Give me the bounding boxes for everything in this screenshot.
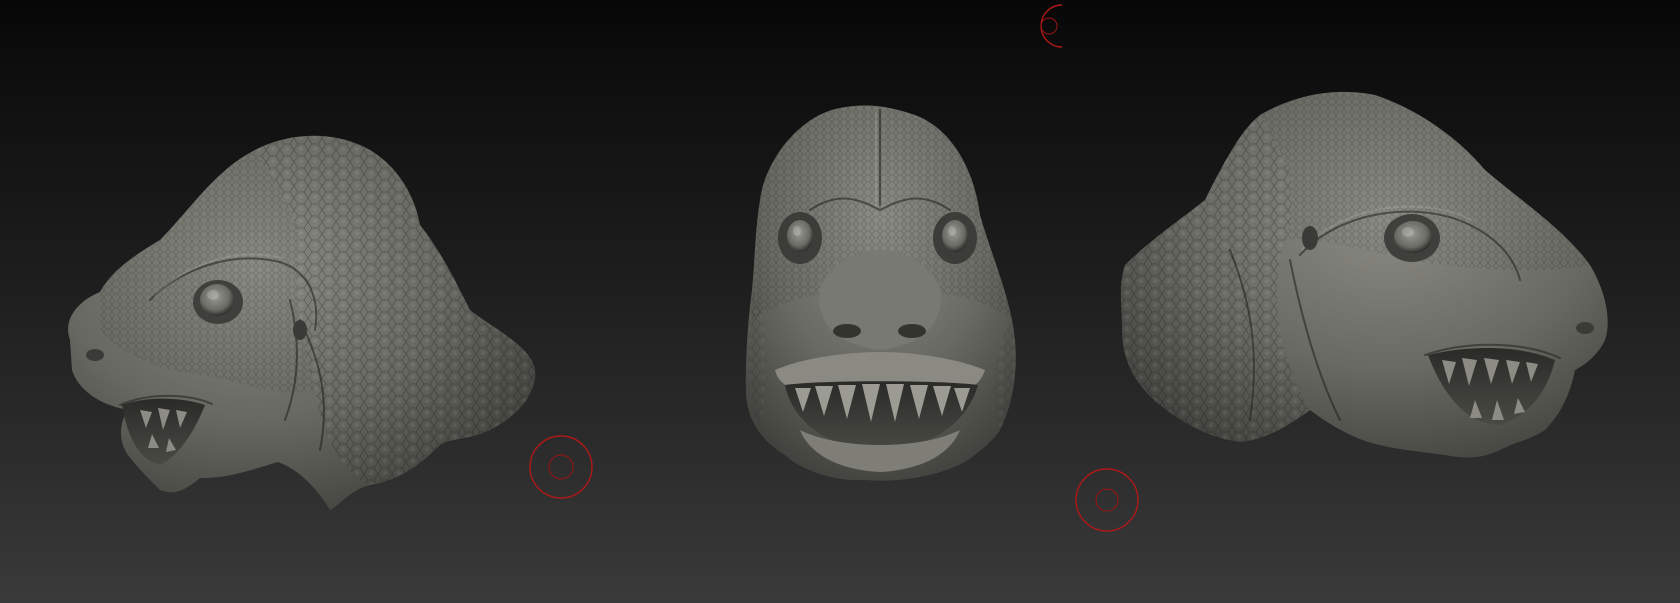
- brush-cursor-top: [1040, 4, 1063, 48]
- dinosaur-head-left-view[interactable]: [68, 135, 536, 510]
- sculpt-canvas-viewport[interactable]: [0, 0, 1680, 603]
- eye-right-head: [1384, 214, 1440, 262]
- eye-front-head-left: [778, 212, 822, 264]
- dinosaur-head-front-view[interactable]: [745, 105, 1016, 481]
- eye-front-head-right: [933, 212, 977, 264]
- eye-left-head: [193, 280, 243, 324]
- sculpt-scene[interactable]: [0, 0, 1680, 603]
- brush-cursor-center: [1075, 468, 1139, 532]
- brush-cursor-left: [529, 435, 593, 499]
- dinosaur-head-right-view[interactable]: [1120, 91, 1608, 458]
